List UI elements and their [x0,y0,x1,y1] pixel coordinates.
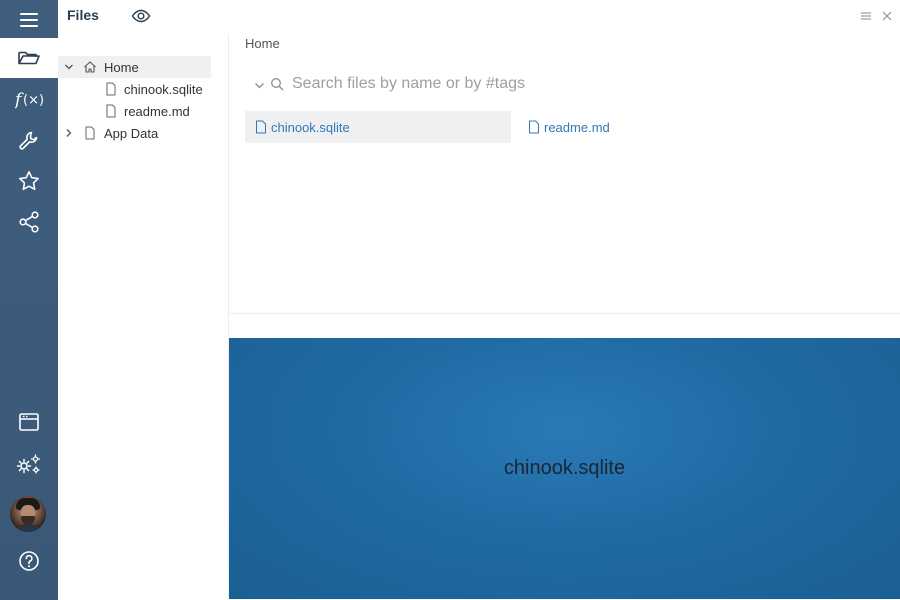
menu-button[interactable] [0,0,58,40]
chevron-down-icon [65,64,73,70]
file-card-label: chinook.sqlite [271,119,350,135]
help-button[interactable] [0,541,58,581]
svg-text:(×): (×) [23,93,43,108]
file-card-label: readme.md [544,119,610,135]
share-button[interactable] [0,202,58,242]
search-icon [271,78,284,91]
tree-item-label: App Data [104,125,159,141]
file-tree: Home chinook.sqlite readme.md App Data [58,34,228,600]
breadcrumb[interactable]: Home [245,36,280,51]
preview-splitter[interactable] [229,313,900,314]
file-preview: chinook.sqlite [229,338,900,599]
tools-button[interactable] [0,121,58,161]
share-icon [19,211,39,233]
search-input[interactable] [292,72,672,96]
file-icon [529,120,539,134]
wrench-icon [19,131,38,150]
window-icon [19,413,39,431]
avatar-body [13,524,43,532]
functions-button[interactable]: f (×) [0,79,58,119]
folder-open-icon [18,51,40,65]
close-icon [882,11,892,21]
file-icon [256,120,266,134]
favorites-button[interactable] [0,161,58,201]
tree-item-app-data[interactable]: App Data [58,122,211,144]
function-icon: f (×) [15,90,43,110]
file-icon [106,104,116,118]
tree-item-label: chinook.sqlite [124,81,203,97]
home-icon [84,61,96,73]
hamburger-icon [861,12,871,20]
chevron-right-icon [66,129,72,137]
tree-item-home[interactable]: Home [58,56,211,78]
tree-item-label: Home [104,59,139,75]
tree-item-file[interactable]: readme.md [58,100,211,122]
panel-close-button[interactable] [881,10,893,22]
help-icon [19,551,39,571]
menu-icon [20,13,38,27]
file-icon [106,82,116,96]
file-card[interactable]: chinook.sqlite [245,111,511,143]
avatar[interactable] [10,496,46,532]
left-rail: f (×) [0,0,58,600]
settings-button[interactable] [0,444,58,484]
windows-button[interactable] [0,402,58,442]
panel-title: Files [67,7,99,23]
tree-item-label: readme.md [124,103,190,119]
preview-file-name: chinook.sqlite [503,457,626,479]
files-button[interactable] [0,38,58,78]
settings-icon [16,454,41,474]
search-bar [252,72,672,98]
file-card[interactable]: readme.md [528,111,688,143]
eye-icon [131,9,151,23]
chevron-down-icon[interactable] [254,80,265,91]
star-icon [19,171,39,191]
tree-item-file[interactable]: chinook.sqlite [58,78,211,100]
preview-toggle-button[interactable] [131,7,151,25]
file-icon [85,126,95,140]
panel-menu-button[interactable] [860,10,872,22]
